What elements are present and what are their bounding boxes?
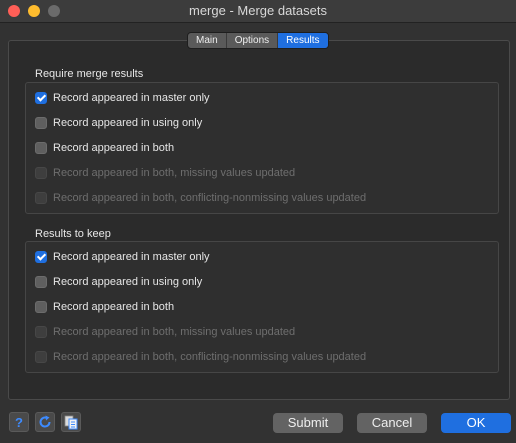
keep-both-missing-updated-checkbox: [35, 326, 47, 338]
require-both-conflicting-updated-checkbox: [35, 192, 47, 204]
require-both-label: Record appeared in both: [53, 142, 175, 154]
keep-option-both-missing-updated: Record appeared in both, missing values …: [35, 324, 295, 340]
keep-option-both-conflicting-updated: Record appeared in both, conflicting-non…: [35, 349, 366, 365]
keep-using-only-checkbox[interactable]: [35, 276, 47, 288]
keep-option-both[interactable]: Record appeared in both: [35, 299, 174, 315]
keep-master-only-label: Record appeared in master only: [53, 251, 210, 263]
require-both-missing-updated-label: Record appeared in both, missing values …: [53, 167, 296, 179]
require-option-master-only[interactable]: Record appeared in master only: [35, 90, 210, 106]
require-using-only-checkbox[interactable]: [35, 117, 47, 129]
require-master-only-label: Record appeared in master only: [53, 92, 210, 104]
copy-command-button[interactable]: [61, 412, 81, 432]
tab-main[interactable]: Main: [188, 33, 227, 48]
reset-icon: [39, 415, 51, 428]
keep-both-checkbox[interactable]: [35, 301, 47, 313]
require-group: Record appeared in master only Record ap…: [25, 82, 499, 214]
keep-section-title: Results to keep: [35, 228, 111, 240]
keep-using-only-label: Record appeared in using only: [53, 276, 203, 288]
tab-results[interactable]: Results: [278, 33, 328, 48]
keep-group: Record appeared in master only Record ap…: [25, 241, 499, 373]
keep-both-missing-updated-label: Record appeared in both, missing values …: [53, 326, 296, 338]
tab-options[interactable]: Options: [227, 33, 279, 48]
require-option-both[interactable]: Record appeared in both: [35, 140, 174, 156]
require-section-title: Require merge results: [35, 68, 144, 80]
ok-button[interactable]: OK: [441, 413, 511, 433]
svg-text:?: ?: [15, 415, 23, 429]
require-both-checkbox[interactable]: [35, 142, 47, 154]
cancel-button[interactable]: Cancel: [357, 413, 427, 433]
keep-both-conflicting-updated-checkbox: [35, 351, 47, 363]
require-option-both-conflicting-updated: Record appeared in both, conflicting-non…: [35, 190, 366, 206]
submit-button[interactable]: Submit: [273, 413, 343, 433]
require-using-only-label: Record appeared in using only: [53, 117, 203, 129]
help-icon: ?: [15, 415, 23, 429]
require-both-conflicting-updated-label: Record appeared in both, conflicting-non…: [53, 192, 367, 204]
copy-command-icon: [64, 415, 78, 430]
title-bar: merge - Merge datasets: [0, 0, 516, 23]
keep-option-using-only[interactable]: Record appeared in using only: [35, 274, 202, 290]
require-master-only-checkbox[interactable]: [35, 92, 47, 104]
keep-master-only-checkbox[interactable]: [35, 251, 47, 263]
require-option-both-missing-updated: Record appeared in both, missing values …: [35, 165, 295, 181]
keep-both-label: Record appeared in both: [53, 301, 175, 313]
require-option-using-only[interactable]: Record appeared in using only: [35, 115, 202, 131]
tab-bar: Main Options Results: [187, 32, 329, 49]
window-title: merge - Merge datasets: [188, 3, 327, 18]
require-both-missing-updated-checkbox: [35, 167, 47, 179]
keep-option-master-only[interactable]: Record appeared in master only: [35, 249, 210, 265]
reset-button[interactable]: [35, 412, 55, 432]
help-button[interactable]: ?: [9, 412, 29, 432]
keep-both-conflicting-updated-label: Record appeared in both, conflicting-non…: [53, 351, 367, 363]
